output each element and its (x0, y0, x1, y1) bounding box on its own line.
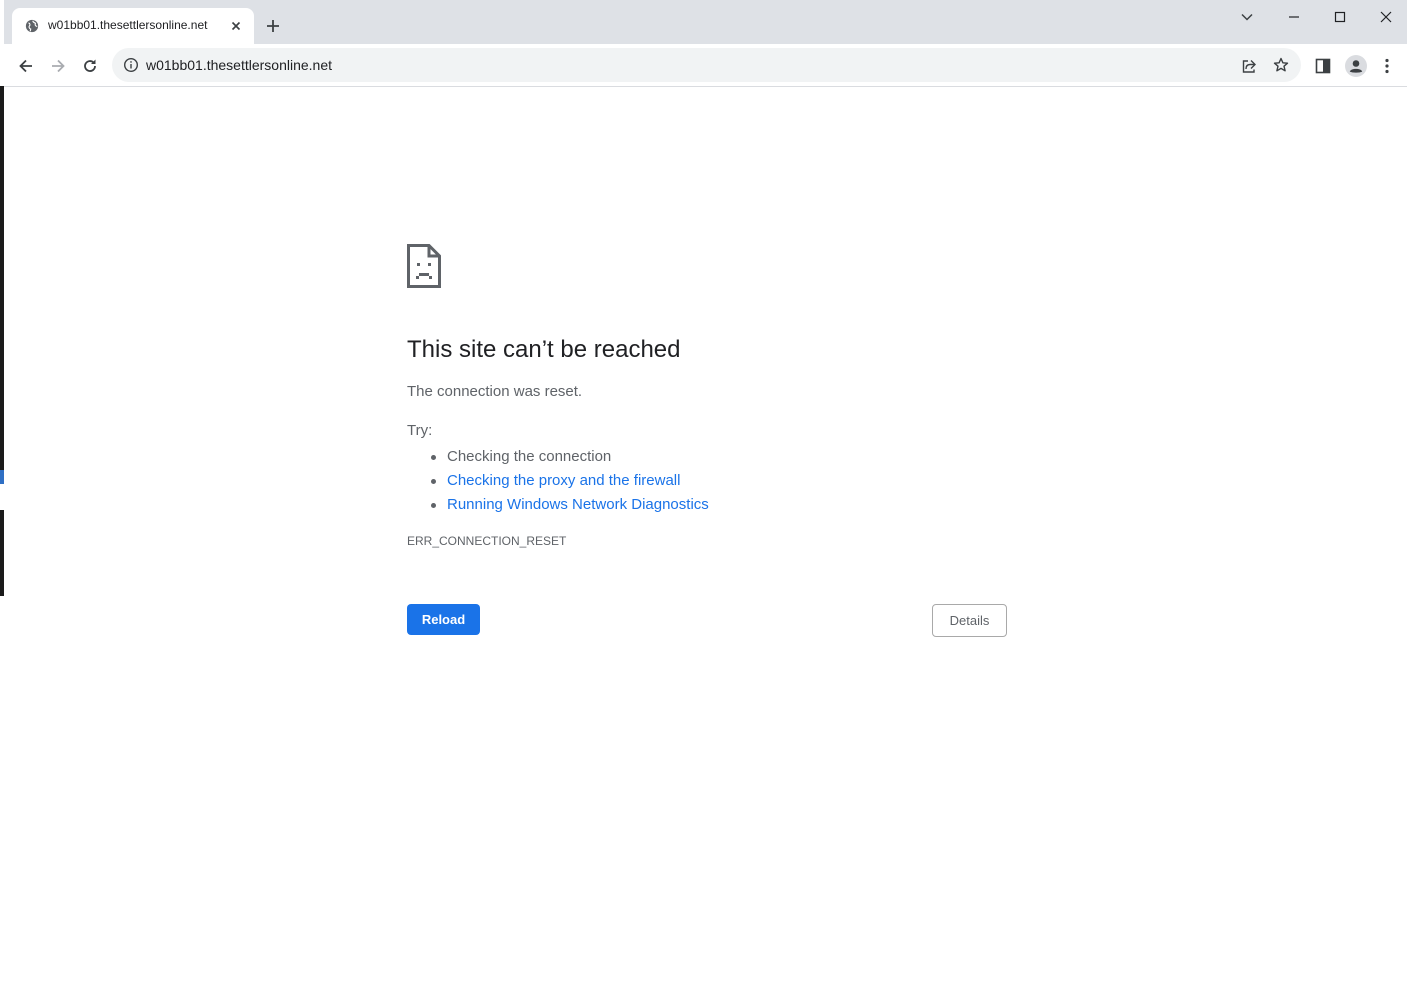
tab-close-icon[interactable] (228, 18, 244, 34)
try-label: Try: (407, 422, 433, 439)
address-bar[interactable]: w01bb01.thesettlersonline.net (112, 48, 1301, 82)
reload-icon[interactable] (80, 56, 100, 76)
error-heading: This site can’t be reached (407, 336, 681, 363)
sad-page-icon (407, 244, 441, 288)
details-button[interactable]: Details (932, 604, 1007, 637)
info-icon[interactable] (123, 57, 139, 73)
error-code: ERR_CONNECTION_RESET (407, 534, 567, 548)
suggestion-check-proxy-link[interactable]: Checking the proxy and the firewall (431, 469, 709, 493)
suggestion-network-diagnostics-link[interactable]: Running Windows Network Diagnostics (431, 493, 709, 517)
star-icon[interactable] (1272, 56, 1290, 74)
url-text: w01bb01.thesettlersonline.net (146, 57, 333, 73)
close-icon[interactable] (1377, 8, 1395, 26)
back-icon[interactable] (16, 56, 36, 76)
tab-strip: w01bb01.thesettlersonline.net (4, 0, 1407, 44)
browser-toolbar: w01bb01.thesettlersonline.net (4, 44, 1407, 87)
suggestion-list: Checking the connection Checking the pro… (431, 445, 709, 517)
side-panel-icon[interactable] (1313, 56, 1333, 76)
browser-window: w01bb01.thesettlersonline.net w01bb01.th… (4, 0, 1407, 998)
suggestion-check-connection: Checking the connection (431, 445, 709, 469)
profile-icon[interactable] (1345, 55, 1367, 77)
tab-search-icon[interactable] (1238, 8, 1256, 26)
share-icon[interactable] (1240, 57, 1258, 75)
tab-title: w01bb01.thesettlersonline.net (48, 18, 208, 32)
forward-icon[interactable] (48, 56, 68, 76)
active-tab[interactable]: w01bb01.thesettlersonline.net (12, 8, 254, 44)
globe-icon (25, 19, 39, 33)
error-description: The connection was reset. (407, 383, 583, 400)
maximize-icon[interactable] (1331, 8, 1349, 26)
new-tab-icon[interactable] (264, 17, 282, 35)
reload-button[interactable]: Reload (407, 604, 480, 635)
menu-icon[interactable] (1377, 56, 1397, 76)
minimize-icon[interactable] (1285, 8, 1303, 26)
